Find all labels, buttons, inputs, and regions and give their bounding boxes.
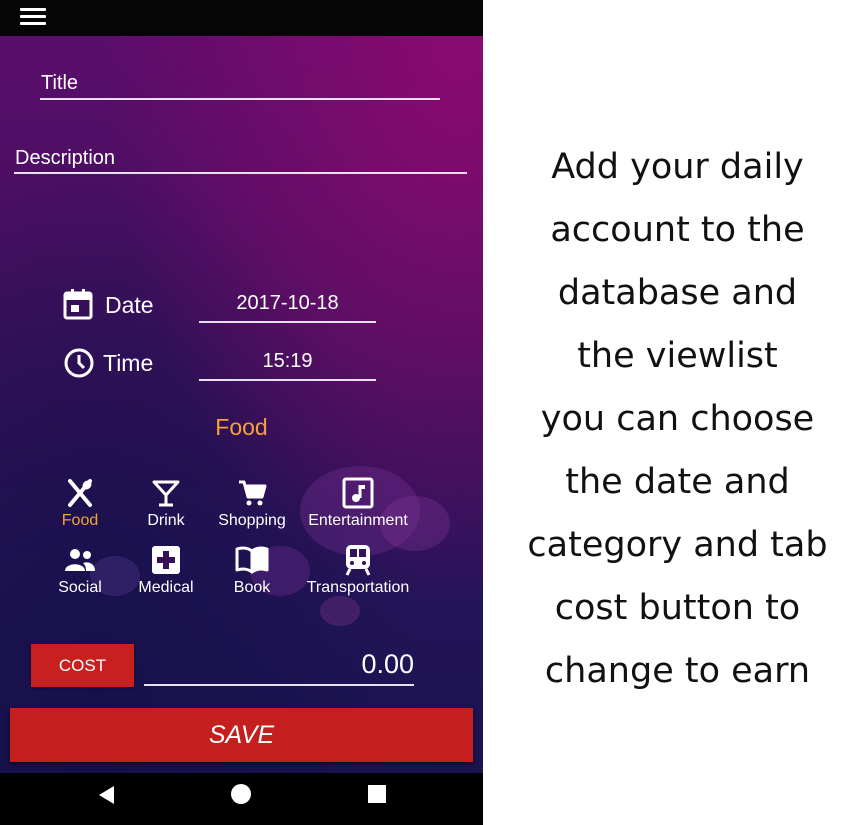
description-placeholder: Description — [15, 147, 116, 169]
recents-icon[interactable] — [367, 784, 387, 804]
category-shopping[interactable]: Shopping — [197, 476, 307, 530]
category-transportation[interactable]: Transportation — [303, 543, 413, 597]
caption-line: cost button to — [554, 588, 801, 628]
amount-input[interactable]: 0.00 — [144, 644, 414, 686]
caption-line: account to the — [550, 210, 805, 250]
caption-line: database and — [557, 273, 798, 313]
category-entertainment[interactable]: Entertainment — [303, 476, 413, 530]
app-bar — [0, 0, 483, 36]
hamburger-menu-icon[interactable] — [20, 8, 46, 28]
phone-screen: Title Description Date 2017-10-18 Time 1… — [0, 0, 483, 825]
category-label: Entertainment — [308, 512, 408, 529]
title-underline — [40, 98, 440, 100]
music-icon — [342, 477, 374, 509]
description-field[interactable]: Description — [15, 147, 115, 170]
android-nav-bar — [0, 773, 483, 825]
caption-line: category and tab — [527, 525, 828, 565]
calendar-icon — [63, 289, 93, 320]
caption-line: change to earn — [544, 651, 811, 691]
title-field[interactable]: Title — [41, 72, 78, 95]
cost-toggle-button[interactable]: COST — [31, 644, 134, 687]
selected-category-label: Food — [215, 414, 268, 440]
book-icon — [235, 546, 269, 574]
home-icon[interactable] — [230, 783, 252, 805]
caption-line: Add your daily — [551, 147, 804, 187]
category-book[interactable]: Book — [197, 543, 307, 597]
medical-cross-icon — [152, 546, 180, 574]
background-splatter — [320, 596, 360, 626]
cart-icon — [239, 480, 267, 506]
category-label: Transportation — [306, 579, 410, 596]
caption-line: the date and — [565, 462, 790, 502]
time-label: Time — [103, 350, 154, 376]
caption-line: the viewlist — [577, 336, 778, 376]
caption-line: you can choose — [540, 399, 815, 439]
time-field[interactable]: 15:19 — [199, 350, 376, 381]
date-field[interactable]: 2017-10-18 — [199, 292, 376, 323]
expense-form: Title Description Date 2017-10-18 Time 1… — [0, 36, 483, 773]
cocktail-icon — [152, 480, 180, 507]
description-underline — [14, 172, 467, 174]
category-label: Shopping — [218, 512, 286, 529]
people-icon — [65, 549, 95, 571]
clock-icon — [64, 348, 94, 378]
save-button[interactable]: SAVE — [10, 708, 473, 762]
back-icon[interactable] — [96, 784, 116, 806]
fork-knife-icon — [68, 479, 92, 507]
train-icon — [345, 545, 371, 576]
date-label: Date — [105, 292, 154, 318]
title-placeholder: Title — [41, 72, 79, 94]
caption-text: Add your daily account to the database a… — [505, 136, 850, 703]
category-label: Book — [233, 579, 271, 596]
